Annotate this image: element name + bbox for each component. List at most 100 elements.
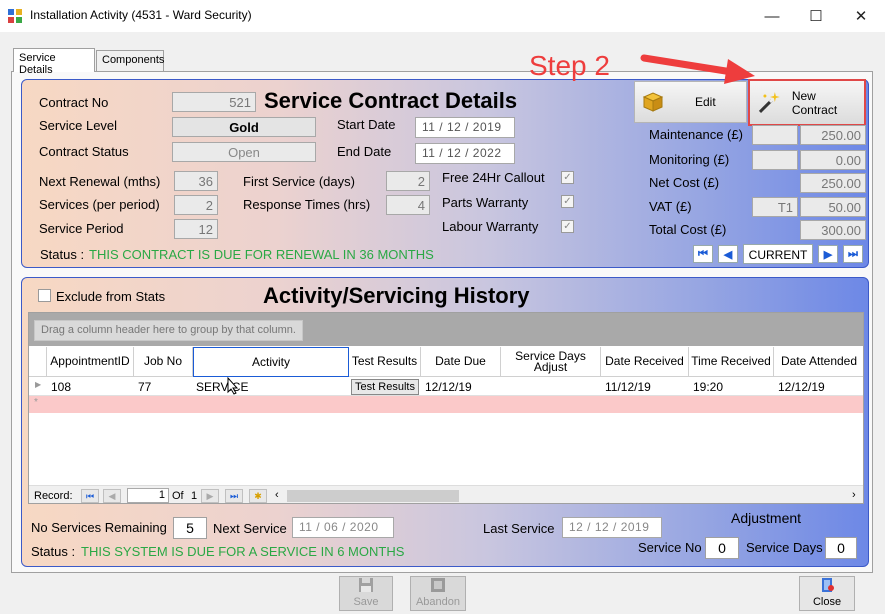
abandon-button[interactable]: Abandon: [410, 576, 466, 611]
labour-warranty-checkbox[interactable]: ✓: [561, 220, 574, 233]
test-results-button[interactable]: Test Results: [351, 379, 419, 395]
group-panel: Drag a column header here to group by th…: [29, 313, 863, 346]
save-button[interactable]: Save: [339, 576, 393, 611]
cell-time-received[interactable]: 19:20: [693, 380, 723, 394]
end-date-field[interactable]: 11 / 12 / 2022: [415, 143, 515, 164]
column-header-time-received[interactable]: Time Received: [689, 347, 774, 377]
cell-job-no[interactable]: 77: [138, 380, 151, 394]
next-renewal-field[interactable]: 36: [174, 171, 218, 191]
annotation-arrow-icon: [640, 54, 755, 84]
history-grid: Drag a column header here to group by th…: [28, 312, 864, 504]
last-service-field[interactable]: 12 / 12 / 2019: [562, 517, 662, 538]
service-no-field[interactable]: 0: [705, 537, 739, 559]
no-services-remaining-field[interactable]: 5: [173, 517, 207, 539]
contract-heading: Service Contract Details: [264, 88, 518, 113]
tab-components[interactable]: Components: [96, 50, 164, 71]
record-label: Record:: [34, 490, 73, 502]
next-service-field[interactable]: 11 / 06 / 2020: [292, 517, 394, 538]
net-cost-field[interactable]: 250.00: [800, 173, 866, 193]
last-service-label: Last Service: [483, 521, 555, 536]
window-title: Installation Activity (4531 - Ward Secur…: [30, 8, 252, 22]
service-period-label: Service Period: [39, 221, 124, 236]
total-cost-field[interactable]: 300.00: [800, 220, 866, 240]
first-service-field[interactable]: 2: [386, 171, 430, 191]
labour-warranty-label: Labour Warranty: [442, 219, 539, 234]
grid-first-button[interactable]: ⏮: [81, 489, 99, 503]
grid-next-button[interactable]: ▶: [201, 489, 219, 503]
vat-code-field[interactable]: T1: [752, 197, 798, 217]
horizontal-scrollbar-thumb[interactable]: [287, 490, 459, 502]
record-number-input[interactable]: 1: [127, 488, 169, 503]
group-hint: Drag a column header here to group by th…: [34, 320, 303, 341]
minimize-button[interactable]: —: [749, 0, 795, 32]
close-button[interactable]: Close: [799, 576, 855, 611]
step-annotation: Step 2: [529, 50, 610, 81]
system-status-message: THIS SYSTEM IS DUE FOR A SERVICE IN 6 MO…: [81, 544, 405, 559]
service-days-field[interactable]: 0: [825, 537, 857, 559]
scroll-left-icon[interactable]: ‹: [275, 489, 279, 501]
services-per-period-field[interactable]: 2: [174, 195, 218, 215]
column-header-date-received[interactable]: Date Received: [601, 347, 689, 377]
close-door-icon: [822, 578, 834, 592]
cell-date-attended[interactable]: 12/12/19: [778, 380, 825, 394]
column-header-date-attended[interactable]: Date Attended: [774, 347, 863, 377]
service-days-label: Service Days: [746, 540, 823, 555]
contract-no-field[interactable]: 521: [172, 92, 256, 112]
vat-field[interactable]: 50.00: [800, 197, 866, 217]
free-callout-checkbox[interactable]: ✓: [561, 171, 574, 184]
cell-activity[interactable]: SERVICE: [196, 380, 248, 394]
new-contract-button-label: New Contract: [791, 88, 838, 117]
maintenance-field[interactable]: 250.00: [800, 125, 866, 145]
of-value: 1: [191, 490, 198, 502]
service-period-field[interactable]: 12: [174, 219, 218, 239]
service-level-label: Service Level: [39, 118, 118, 133]
cell-appointment-id[interactable]: 108: [51, 380, 71, 394]
tab-service-details[interactable]: Service Details: [13, 48, 95, 76]
start-date-field[interactable]: 11 / 12 / 2019: [415, 117, 515, 138]
close-button-label: Close: [812, 596, 842, 608]
service-no-label: Service No: [638, 540, 702, 555]
column-header-appointment-id[interactable]: AppointmentID: [47, 347, 134, 377]
column-header-date-due[interactable]: Date Due: [421, 347, 501, 377]
maximize-button[interactable]: ☐: [793, 0, 839, 32]
cell-date-due[interactable]: 12/12/19: [425, 380, 472, 394]
grid-prev-button[interactable]: ◀: [103, 489, 121, 503]
response-times-label: Response Times (hrs): [243, 197, 371, 212]
parts-warranty-checkbox[interactable]: ✓: [561, 195, 574, 208]
scroll-right-icon[interactable]: ›: [852, 489, 856, 501]
monitoring-field[interactable]: 0.00: [800, 150, 866, 170]
column-header-activity[interactable]: Activity: [193, 347, 349, 377]
current-record-button[interactable]: CURRENT: [743, 244, 813, 264]
next-record-button[interactable]: ▶: [818, 245, 838, 263]
maintenance-code-field[interactable]: [752, 125, 798, 145]
column-header-job-no[interactable]: Job No: [134, 347, 193, 377]
edit-button[interactable]: Edit: [634, 81, 747, 123]
row-pointer-icon: ▶: [35, 380, 42, 389]
grid-new-record-button[interactable]: ✱: [249, 489, 267, 503]
abandon-icon: [431, 578, 445, 592]
new-row[interactable]: *: [29, 396, 863, 413]
service-level-field[interactable]: Gold: [172, 117, 316, 137]
vat-label: VAT (£): [649, 199, 692, 214]
floppy-disk-icon: [359, 578, 373, 592]
first-record-button[interactable]: ⏮: [693, 245, 713, 263]
next-renewal-label: Next Renewal (mths): [39, 174, 161, 189]
end-date-label: End Date: [337, 144, 392, 159]
column-header-service-days-adjust[interactable]: Service Days Adjust: [501, 347, 601, 377]
new-contract-button[interactable]: New Contract: [748, 79, 866, 126]
abandon-button-label: Abandon: [415, 596, 461, 608]
contract-status-field[interactable]: Open: [172, 142, 316, 162]
system-status-caption: Status :: [31, 544, 76, 559]
contract-status-label: Contract Status: [39, 144, 129, 159]
close-window-button[interactable]: ✕: [838, 0, 884, 32]
monitoring-code-field[interactable]: [752, 150, 798, 170]
column-header-test-results[interactable]: Test Results: [349, 347, 421, 377]
previous-record-button[interactable]: ◀: [718, 245, 738, 263]
last-record-button[interactable]: ⏭: [843, 245, 863, 263]
exclude-from-stats-checkbox[interactable]: [38, 289, 51, 302]
response-times-field[interactable]: 4: [386, 195, 430, 215]
services-per-period-label: Services (per period): [39, 197, 160, 212]
grid-last-button[interactable]: ⏭: [225, 489, 243, 503]
cell-date-received[interactable]: 11/12/19: [605, 380, 651, 394]
new-row-marker: *: [34, 397, 38, 408]
